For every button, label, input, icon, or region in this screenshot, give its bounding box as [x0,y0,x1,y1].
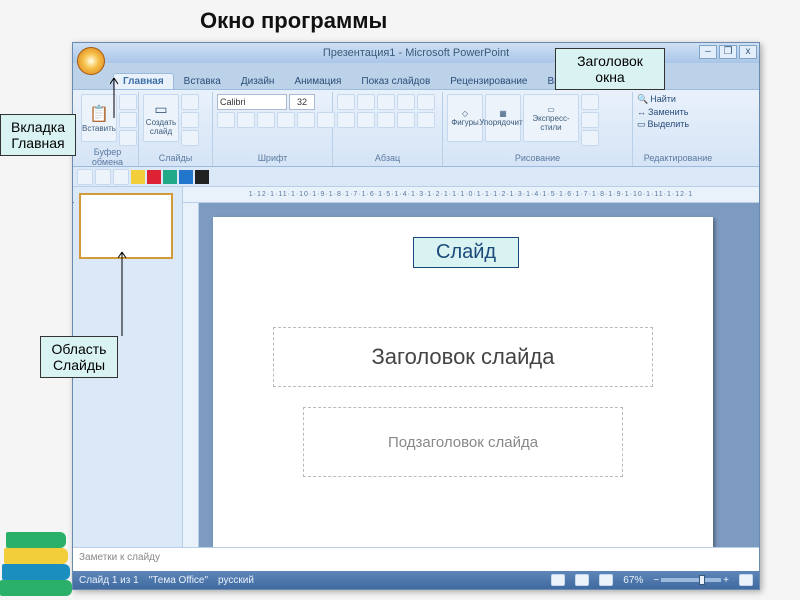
title-text: Презентация1 - Microsoft PowerPoint [323,47,509,59]
close-button[interactable]: x [739,45,757,59]
fit-button[interactable] [739,574,753,586]
align-center-button[interactable] [357,112,375,128]
format-painter-button[interactable] [119,130,137,146]
status-language[interactable]: русский [218,575,254,586]
vertical-ruler [183,203,199,547]
zoom-in-button[interactable]: + [723,575,729,586]
strike-button[interactable] [277,112,295,128]
title-placeholder[interactable]: Заголовок слайда [273,327,653,387]
subtitle-placeholder[interactable]: Подзаголовок слайда [303,407,623,477]
status-slide-info: Слайд 1 из 1 [79,575,139,586]
group-drawing-label: Рисование [447,152,628,164]
ts-btn-3[interactable] [113,169,129,185]
shapes-button[interactable]: ◇Фигуры [447,94,483,142]
reset-button[interactable] [181,112,199,128]
view-normal-button[interactable] [551,574,565,586]
shape-outline-button[interactable] [581,112,599,128]
swatch-yellow[interactable] [131,170,145,184]
group-paragraph-label: Абзац [337,152,438,164]
shape-fill-button[interactable] [581,94,599,110]
horizontal-ruler: 1·12·1·11·1·10·1·9·1·8·1·7·1·6·1·5·1·4·1… [183,187,759,203]
swatch-red[interactable] [147,170,161,184]
slide-canvas[interactable]: Слайд Заголовок слайда Подзаголовок слай… [199,203,759,547]
ribbon: 📋Вставить Буфер обмена ▭Создать слайд Сл… [73,89,759,167]
callout-home-tab: Вкладка Главная [0,114,76,156]
arrow-slides-area [118,248,148,340]
minimize-button[interactable]: – [699,45,717,59]
line-spacing-button[interactable] [417,94,435,110]
select-button[interactable]: ▭ Выделить [637,119,689,130]
columns-button[interactable] [417,112,435,128]
tab-animation[interactable]: Анимация [284,73,351,89]
callout-title-bar: Заголовок окна [555,48,665,90]
office-button[interactable] [77,47,105,75]
indent-inc-button[interactable] [397,94,415,110]
italic-button[interactable] [237,112,255,128]
align-right-button[interactable] [377,112,395,128]
swatch-green[interactable] [163,170,177,184]
slide[interactable]: Слайд Заголовок слайда Подзаголовок слай… [213,217,713,547]
indent-dec-button[interactable] [377,94,395,110]
tab-design[interactable]: Дизайн [231,73,285,89]
arrow-home-tab [110,72,160,122]
group-clipboard-label: Буфер обмена [81,146,134,168]
callout-slides-area: Область Слайды [40,336,118,378]
tab-review[interactable]: Рецензирование [440,73,537,89]
notes-pane[interactable]: Заметки к слайду [73,547,759,571]
status-theme: "Тема Office" [149,575,208,586]
tab-slideshow[interactable]: Показ слайдов [351,73,440,89]
shadow-button[interactable] [297,112,315,128]
bold-button[interactable] [217,112,235,128]
zoom-value: 67% [623,575,643,586]
app-window: Презентация1 - Microsoft PowerPoint – ❐ … [72,42,760,590]
quick-styles-button[interactable]: ▭Экспресс-стили [523,94,579,142]
justify-button[interactable] [397,112,415,128]
work-area: 1·12·1·11·1·10·1·9·1·8·1·7·1·6·1·5·1·4·1… [73,187,759,547]
swatch-black[interactable] [195,170,209,184]
view-sorter-button[interactable] [575,574,589,586]
swatch-blue[interactable] [179,170,193,184]
group-font-label: Шрифт [217,152,328,164]
decorative-books [0,510,80,600]
tab-insert[interactable]: Вставка [174,73,231,89]
group-editing-label: Редактирование [637,152,719,164]
font-name-box[interactable]: Calibri [217,94,287,110]
align-left-button[interactable] [337,112,355,128]
page-heading: Окно программы [200,8,387,34]
maximize-button[interactable]: ❐ [719,45,737,59]
callout-slide: Слайд [413,237,519,268]
numbering-button[interactable] [357,94,375,110]
replace-button[interactable]: ↔ Заменить [637,107,688,117]
ts-btn-2[interactable] [95,169,111,185]
zoom-out-button[interactable]: − [653,575,659,586]
layout-button[interactable] [181,94,199,110]
font-size-box[interactable]: 32 [289,94,315,110]
group-slides-label: Слайды [143,152,208,164]
delete-slide-button[interactable] [181,130,199,146]
find-button[interactable]: 🔍 Найти [637,94,676,105]
color-toolstrip [73,167,759,187]
underline-button[interactable] [257,112,275,128]
zoom-slider[interactable]: − + [653,575,729,586]
arrange-button[interactable]: ▦Упорядочить [485,94,521,142]
view-slideshow-button[interactable] [599,574,613,586]
ts-btn-1[interactable] [77,169,93,185]
status-bar: Слайд 1 из 1 "Тема Office" русский 67% −… [73,571,759,589]
bullets-button[interactable] [337,94,355,110]
shape-effects-button[interactable] [581,130,599,146]
editor-pane: 1·12·1·11·1·10·1·9·1·8·1·7·1·6·1·5·1·4·1… [183,187,759,547]
